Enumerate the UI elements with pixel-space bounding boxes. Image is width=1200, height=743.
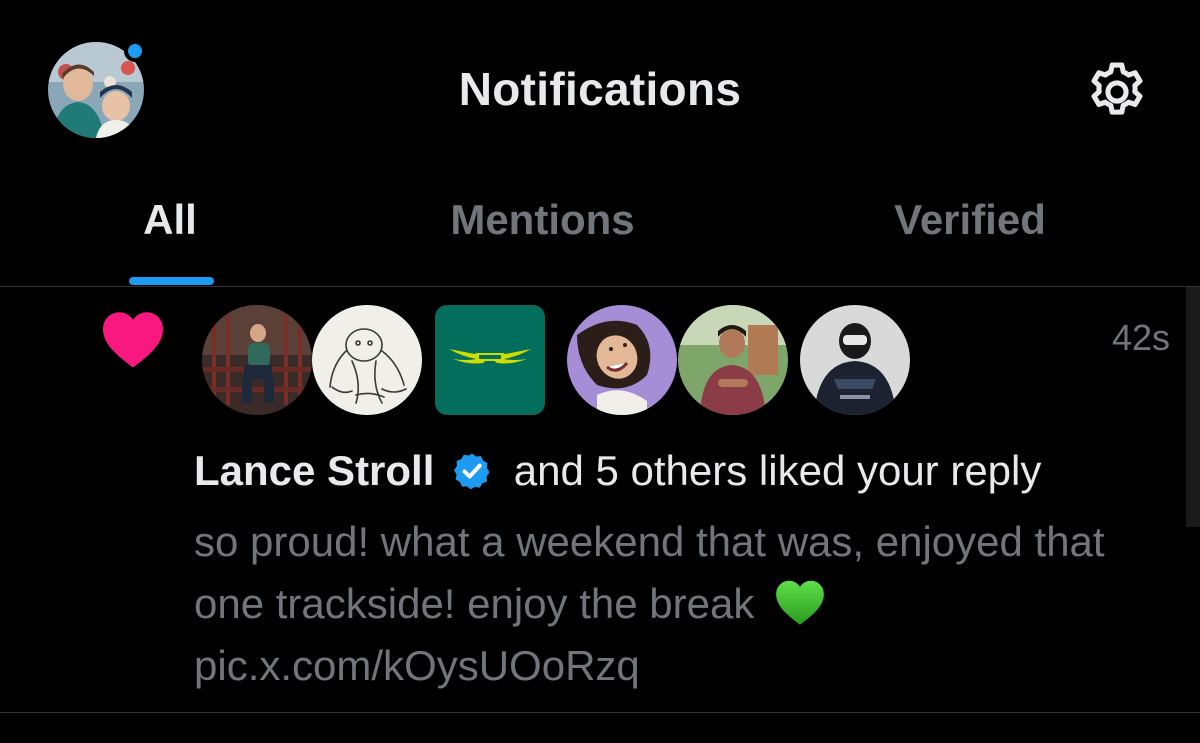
avatar-user-purple[interactable] <box>567 305 677 415</box>
scrollbar[interactable] <box>1186 287 1200 527</box>
avatar-lance-stroll[interactable] <box>202 305 312 415</box>
reply-preview[interactable]: so proud! what a weekend that was, enjoy… <box>194 511 1174 697</box>
notification-tabs: All Mentions Verified <box>0 180 1200 286</box>
avatar-aston-martin[interactable] <box>435 305 545 415</box>
tab-all[interactable]: All <box>110 180 230 286</box>
divider <box>0 712 1200 713</box>
gear-icon <box>1091 62 1143 115</box>
active-tab-indicator <box>129 277 214 285</box>
heart-icon <box>103 312 163 368</box>
top-bar: Notifications <box>0 0 1200 180</box>
tab-mentions[interactable]: Mentions <box>400 180 685 286</box>
settings-button[interactable] <box>1083 58 1151 126</box>
unread-indicator <box>124 40 146 62</box>
tab-verified[interactable]: Verified <box>840 180 1100 286</box>
reply-text: so proud! what a weekend that was, enjoy… <box>194 518 1105 627</box>
notification-action-text: and 5 others liked your reply <box>513 447 1042 494</box>
timestamp: 42s <box>1111 317 1170 358</box>
avatar-sketch[interactable] <box>312 305 422 415</box>
notification-summary: Lance Stroll and 5 others liked your rep… <box>194 447 1041 495</box>
verified-badge-icon <box>454 453 490 490</box>
green-heart-icon <box>776 580 824 625</box>
notification-item[interactable]: 42s Lance Stroll and 5 others liked your… <box>0 287 1200 713</box>
page-title: Notifications <box>458 63 742 115</box>
actor-name[interactable]: Lance Stroll <box>194 447 434 494</box>
avatar-user-outdoor[interactable] <box>678 305 788 415</box>
avatar-driver-helmet[interactable] <box>800 305 910 415</box>
reply-media-link[interactable]: pic.x.com/kOysUOoRzq <box>194 635 1174 697</box>
